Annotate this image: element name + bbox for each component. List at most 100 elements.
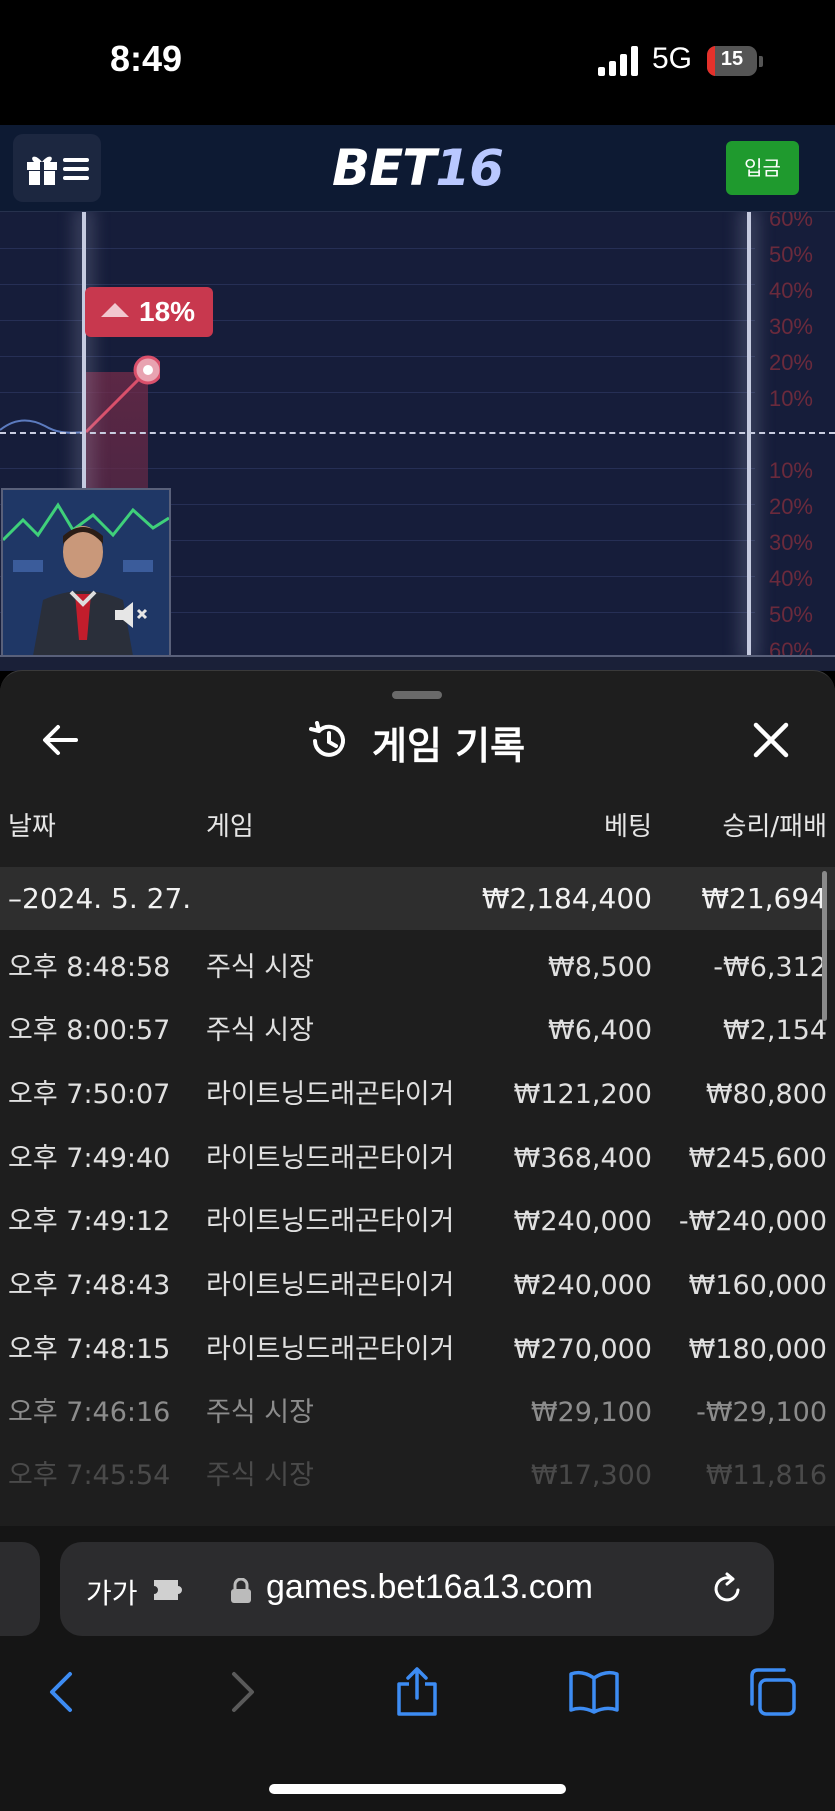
pct-label: 40% <box>768 566 813 591</box>
row-time: 오후 7:49:40 <box>8 1143 171 1174</box>
row-bet: ₩29,100 <box>530 1397 652 1428</box>
network-type: 5G <box>652 42 693 75</box>
back-icon[interactable] <box>36 1666 88 1718</box>
status-bar: 8:49 5G 15 <box>0 0 835 125</box>
row-time: 오후 8:00:57 <box>8 1015 171 1046</box>
table-row[interactable]: 오후 7:50:07 라이트닝드래곤타이거 ₩121,200 ₩80,800 <box>0 1063 835 1126</box>
row-bet: ₩240,000 <box>513 1206 652 1237</box>
history-table-header: 날짜 게임 베팅 승리/패배 <box>0 806 835 856</box>
tabs-icon[interactable] <box>746 1666 798 1718</box>
row-time: 오후 7:49:12 <box>8 1206 171 1237</box>
row-time: 오후 8:48:58 <box>8 952 171 983</box>
row-game: 라이트닝드래곤타이거 <box>206 1206 455 1237</box>
history-icon <box>309 721 345 757</box>
row-time: 오후 7:50:07 <box>8 1079 171 1110</box>
row-game: 주식 시장 <box>206 1015 314 1046</box>
bookmarks-icon[interactable] <box>568 1666 620 1718</box>
row-result: ₩2,154 <box>723 1015 827 1046</box>
row-bet: ₩270,000 <box>513 1334 652 1365</box>
table-row[interactable]: 오후 8:00:57 주식 시장 ₩6,400 ₩2,154 <box>0 999 835 1062</box>
text-size-button[interactable]: 가가 <box>86 1572 138 1612</box>
battery-tip <box>759 56 763 67</box>
pct-label: 20% <box>768 494 813 519</box>
column-result: 승리/패배 <box>722 812 827 842</box>
back-arrow-icon[interactable] <box>40 719 82 761</box>
reload-icon[interactable] <box>708 1570 746 1608</box>
table-row[interactable]: 오후 7:49:40 라이트닝드래곤타이거 ₩368,400 ₩245,600 <box>0 1127 835 1190</box>
chart-x-axis <box>0 655 835 671</box>
row-bet: ₩6,400 <box>548 1015 652 1046</box>
row-game: 라이트닝드래곤타이거 <box>206 1079 455 1110</box>
row-time: 오후 7:48:43 <box>8 1270 171 1301</box>
row-result: ₩180,000 <box>688 1334 827 1365</box>
row-bet: ₩8,500 <box>548 952 652 983</box>
game-history-sheet: 게임 기록 날짜 게임 베팅 승리/패배 –2024. 5. 27. ₩2,18… <box>0 670 835 1527</box>
row-game: 주식 시장 <box>206 1460 314 1491</box>
app-header: BET16 입금 <box>0 125 835 212</box>
dealer-video[interactable] <box>1 488 171 657</box>
end-marker <box>747 212 751 657</box>
pct-label: 30% <box>768 530 813 555</box>
row-result: ₩160,000 <box>688 1270 827 1301</box>
deposit-button[interactable]: 입금 <box>726 141 799 195</box>
summary-date: –2024. 5. 27. <box>8 882 192 915</box>
sheet-title: 게임 기록 <box>372 724 526 768</box>
column-game: 게임 <box>206 812 254 842</box>
close-icon[interactable] <box>750 719 792 761</box>
price-chart: 18% 60% 50% 40% 30% 20% 10% 10% 20% 30% … <box>0 212 835 657</box>
row-game: 주식 시장 <box>206 1397 314 1428</box>
row-result: ₩80,800 <box>705 1079 827 1110</box>
table-row[interactable]: 오후 7:48:43 라이트닝드래곤타이거 ₩240,000 ₩160,000 <box>0 1254 835 1317</box>
table-scrollbar[interactable] <box>822 871 827 1021</box>
row-bet: ₩368,400 <box>513 1143 652 1174</box>
mute-icon[interactable] <box>111 598 151 632</box>
row-result: ₩245,600 <box>688 1143 827 1174</box>
row-result: -₩29,100 <box>696 1397 827 1428</box>
pct-label: 10% <box>768 458 813 483</box>
battery-icon: 15 <box>707 46 757 76</box>
summary-result: ₩21,694 <box>701 882 827 915</box>
column-bet: 베팅 <box>604 812 652 842</box>
previous-tab[interactable] <box>0 1542 40 1636</box>
url-text: games.bet16a13.com <box>266 1568 593 1606</box>
pct-label: 60% <box>768 212 813 231</box>
address-bar[interactable]: 가가 games.bet16a13.com <box>60 1542 774 1636</box>
forward-icon[interactable] <box>216 1666 268 1718</box>
table-row[interactable]: 오후 7:48:15 라이트닝드래곤타이거 ₩270,000 ₩180,000 <box>0 1318 835 1381</box>
extension-icon[interactable] <box>152 1574 184 1604</box>
table-row[interactable]: 오후 7:46:16 주식 시장 ₩29,100 -₩29,100 <box>0 1381 835 1444</box>
status-time: 8:49 <box>110 38 183 79</box>
pct-label: 30% <box>768 314 813 339</box>
home-indicator[interactable] <box>269 1784 566 1794</box>
row-time: 오후 7:45:54 <box>8 1460 171 1491</box>
share-icon[interactable] <box>391 1666 443 1718</box>
row-game: 라이트닝드래곤타이거 <box>206 1270 455 1301</box>
row-time: 오후 7:46:16 <box>8 1397 171 1428</box>
sheet-drag-handle[interactable] <box>392 691 442 699</box>
signal-icon <box>598 46 640 76</box>
table-row[interactable]: 오후 7:45:54 주식 시장 ₩17,300 ₩11,816 <box>0 1444 835 1507</box>
lock-icon <box>231 1578 251 1603</box>
table-row[interactable]: 오후 7:49:12 라이트닝드래곤타이거 ₩240,000 -₩240,000 <box>0 1190 835 1253</box>
row-game: 라이트닝드래곤타이거 <box>206 1143 455 1174</box>
table-row[interactable]: 오후 8:48:58 주식 시장 ₩8,500 -₩6,312 <box>0 936 835 999</box>
column-date: 날짜 <box>8 812 56 842</box>
summary-bet: ₩2,184,400 <box>481 882 652 915</box>
row-bet: ₩17,300 <box>530 1460 652 1491</box>
up-arrow-icon <box>101 303 129 317</box>
baseline <box>0 432 835 434</box>
battery-level: 15 <box>720 48 744 70</box>
row-result: -₩240,000 <box>678 1206 827 1237</box>
pct-label: 40% <box>768 278 813 303</box>
bet16-logo: BET16 <box>332 139 504 197</box>
row-bet: ₩240,000 <box>513 1270 652 1301</box>
date-summary-row[interactable]: –2024. 5. 27. ₩2,184,400 ₩21,694 <box>0 867 835 930</box>
pct-label: 50% <box>768 242 813 267</box>
change-badge: 18% <box>85 287 213 337</box>
row-time: 오후 7:48:15 <box>8 1334 171 1365</box>
row-bet: ₩121,200 <box>513 1079 652 1110</box>
pct-label: 20% <box>768 350 813 375</box>
row-game: 주식 시장 <box>206 952 314 983</box>
pct-label: 50% <box>768 602 813 627</box>
browser-bar: 가가 games.bet16a13.com <box>0 1526 835 1811</box>
